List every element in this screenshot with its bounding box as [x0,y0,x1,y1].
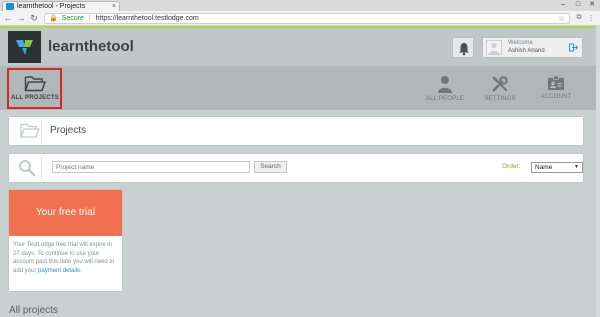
bookmark-star-icon[interactable]: ☆ [558,14,565,23]
secure-label: Secure [61,15,84,22]
order-select[interactable]: Name ▼ [531,162,583,173]
tab-title: learnthetool - Projects [17,3,86,10]
notifications-button[interactable] [452,37,474,58]
id-card-icon [548,75,564,90]
user-name: Ashish Anand [508,48,545,54]
close-window-icon[interactable]: ✕ [585,0,599,10]
page-title: Projects [50,125,87,136]
extension-icon[interactable]: ⧉ [574,14,584,22]
logo[interactable] [8,31,41,63]
minimize-icon[interactable]: – [556,0,570,10]
folder-outline-icon [20,123,40,138]
logout-icon[interactable] [569,43,578,52]
avatar [486,40,502,55]
search-button[interactable]: Search [254,161,287,173]
bell-icon [459,43,469,56]
address-bar: ← → ↻ 🔒 Secure | https://learnthetool.te… [0,11,600,26]
menu-icon[interactable]: ⋮ [586,14,596,22]
trial-body-end: . [80,267,82,274]
welcome-label: Welcome [508,40,533,46]
person-icon [438,76,452,93]
search-card: Search Order: Name ▼ [9,154,583,182]
browser-tab-bar: learnthetool - Projects × – □ ✕ [0,0,600,11]
brand-name: learnthetool [48,38,134,55]
favicon-icon [6,3,14,10]
highlight-annotation [7,68,62,109]
nav-all-people-label: ALL PEOPLE [425,96,465,102]
trial-message: Your TestLodge free trial will expire in… [9,236,122,275]
payment-details-link[interactable]: payment details [38,268,80,274]
search-icon [19,160,36,177]
url-text: https://learnthetool.testlodge.com [95,15,199,22]
maximize-icon[interactable]: □ [571,0,585,10]
scrollbar[interactable] [596,26,600,317]
lock-icon: 🔒 [49,15,58,22]
app-header: learnthetool Welcome Ashish Anand [0,28,600,66]
url-field[interactable]: 🔒 Secure | https://learnthetool.testlodg… [44,13,570,24]
chevron-down-icon: ▼ [574,164,579,170]
projects-header-card: Projects [9,117,583,145]
nav-account-label: ACCOUNT [540,94,572,100]
trial-title: Your free trial [9,190,122,236]
nav-settings-label: SETTINGS [484,96,516,102]
main-nav: ALL PROJECTS ALL PEOPLE SETTINGS ACCOUNT [0,66,600,110]
forward-icon[interactable]: → [16,13,26,24]
order-value: Name [535,164,553,171]
tab-close-icon[interactable]: × [112,2,116,11]
project-name-input[interactable] [52,161,250,173]
user-menu[interactable]: Welcome Ashish Anand [482,37,583,58]
nav-settings[interactable]: SETTINGS [472,66,528,110]
back-icon[interactable]: ← [3,13,13,24]
free-trial-card: Your free trial Your TestLodge free tria… [9,190,122,291]
wrench-screwdriver-icon [492,76,508,92]
browser-tab[interactable]: learnthetool - Projects × [2,1,120,11]
nav-account[interactable]: ACCOUNT [528,66,584,110]
nav-all-people[interactable]: ALL PEOPLE [417,66,473,110]
order-label: Order: [502,163,521,170]
all-projects-heading: All projects [9,305,58,316]
reload-icon[interactable]: ↻ [29,13,39,24]
logo-icon [16,40,33,55]
